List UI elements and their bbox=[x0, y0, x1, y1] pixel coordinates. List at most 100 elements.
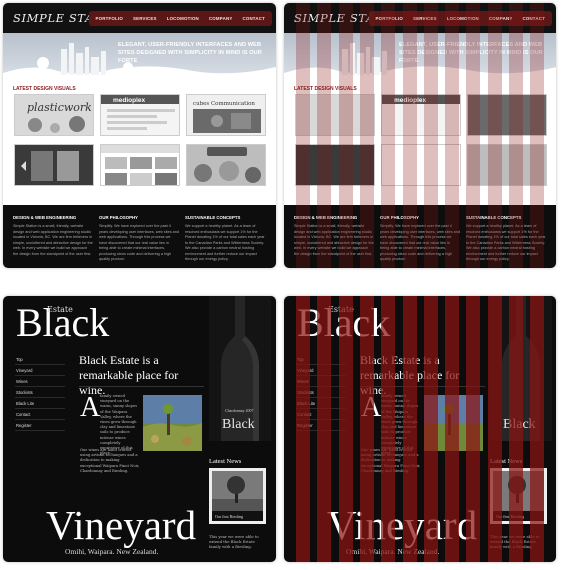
simple-station-tile: SIMPLE STATION PORTFOLIO SERVICES LOCOMO… bbox=[3, 3, 276, 268]
footer-col-title: DESIGN & WEB ENGINEERING bbox=[13, 215, 77, 220]
medioplex-preview: medioplex bbox=[101, 95, 179, 130]
nav-contact[interactable]: CONTACT bbox=[237, 11, 270, 26]
nav-register[interactable]: Register bbox=[296, 420, 346, 431]
medioplex-preview: medioplex bbox=[382, 95, 460, 104]
nav-vineyard[interactable]: Vineyard bbox=[296, 365, 346, 376]
section-title: LATEST DESIGN VISUALS bbox=[294, 86, 357, 92]
footer-col-sustainable: SUSTAINABLE CONCEPTS We support a health… bbox=[185, 215, 265, 263]
nav-wines[interactable]: Wines bbox=[296, 376, 346, 387]
drop-cap: A bbox=[361, 392, 382, 423]
portfolio-thumb-medioplex[interactable]: medioplex bbox=[381, 94, 461, 136]
footer-col-design: DESIGN & WEB ENGINEERING Simple Station … bbox=[294, 215, 374, 257]
sidebar-nav: Top Vineyard Wines Stockists Black Lite … bbox=[15, 354, 65, 431]
portfolio-thumb-medioplex[interactable]: medioplex bbox=[100, 94, 180, 136]
bottle-label-brand: Black bbox=[503, 417, 536, 432]
nav-portfolio[interactable]: PORTFOLIO bbox=[91, 11, 128, 26]
cubes-preview: cubes Communication bbox=[187, 95, 265, 135]
latest-news-heading: Latest News bbox=[490, 458, 523, 465]
bottle-label-brand: Black bbox=[222, 417, 255, 432]
footer-col-sustainable: SUSTAINABLE CONCEPTS We support a health… bbox=[466, 215, 546, 263]
nav-black-lite[interactable]: Black Lite bbox=[15, 398, 65, 409]
nav-company[interactable]: COMPANY bbox=[204, 11, 238, 26]
drop-cap: A bbox=[80, 392, 101, 423]
hero-banner: ELEGANT, USER-FRIENDLY INTERFACES AND WE… bbox=[284, 33, 556, 85]
footer-col-title: OUR PHILOSOPHY bbox=[99, 215, 138, 220]
footer-col-text: Simple Station is a small, friendly, web… bbox=[294, 224, 374, 256]
hero-banner: ELEGANT, USER-FRIENDLY INTERFACES AND WE… bbox=[3, 33, 276, 85]
footer-col-text: Simplify. We have explored over the past… bbox=[380, 224, 460, 261]
location-text: Omihi, Waipara. New Zealand. bbox=[346, 547, 440, 556]
nav-locomotion[interactable]: LOCOMOTION bbox=[162, 11, 204, 26]
portfolio-thumb-4[interactable] bbox=[295, 144, 375, 186]
nav-locomotion[interactable]: LOCOMOTION bbox=[442, 11, 484, 26]
nav-portfolio[interactable]: PORTFOLIO bbox=[371, 11, 408, 26]
footer-col-text: We support a healthy planet. As a team o… bbox=[466, 224, 546, 261]
nav-black-lite[interactable]: Black Lite bbox=[296, 398, 346, 409]
news-caption: Our first Riesling bbox=[496, 514, 524, 519]
footer-col-text: Simple Station is a small, friendly, web… bbox=[13, 224, 93, 256]
portfolio-thumb-cubes[interactable] bbox=[467, 94, 547, 136]
black-estate-overlay-tile: Black Estate Black Top Vineyard Wines St… bbox=[284, 296, 556, 562]
site-footer: DESIGN & WEB ENGINEERING Simple Station … bbox=[3, 205, 276, 268]
grid-site-preview bbox=[101, 145, 179, 185]
body-paragraph: Our wines are hand crafted using artisan… bbox=[361, 448, 421, 473]
simple-station-overlay-tile: SIMPLE STATION PORTFOLIO SERVICES LOCOMO… bbox=[284, 3, 556, 268]
black-estate-page: Black Estate Black Top Vineyard Wines St… bbox=[284, 296, 556, 562]
simple-station-page: SIMPLE STATION PORTFOLIO SERVICES LOCOMO… bbox=[284, 3, 556, 268]
footer-col-design: DESIGN & WEB ENGINEERING Simple Station … bbox=[13, 215, 93, 257]
hero-tagline: ELEGANT, USER-FRIENDLY INTERFACES AND WE… bbox=[118, 42, 262, 64]
news-thumbnail[interactable]: Our first Riesling bbox=[490, 468, 547, 524]
portfolio-thumb-5[interactable] bbox=[381, 144, 461, 186]
portfolio-thumb-cubes[interactable]: cubes Communication bbox=[186, 94, 266, 136]
main-nav: PORTFOLIO SERVICES LOCOMOTION COMPANY CO… bbox=[88, 11, 272, 26]
simple-station-page: SIMPLE STATION PORTFOLIO SERVICES LOCOMO… bbox=[3, 3, 276, 268]
vineyard-photo bbox=[143, 395, 202, 451]
nav-contact[interactable]: CONTACT bbox=[517, 11, 550, 26]
tree-photo: Our first Riesling bbox=[212, 471, 263, 521]
nav-top[interactable]: Top bbox=[296, 354, 346, 365]
divider bbox=[79, 386, 204, 387]
nav-services[interactable]: SERVICES bbox=[128, 11, 162, 26]
wine-bottle-image: Black bbox=[490, 296, 552, 441]
screenshot-grid: SIMPLE STATION PORTFOLIO SERVICES LOCOMO… bbox=[0, 0, 562, 570]
nav-services[interactable]: SERVICES bbox=[408, 11, 442, 26]
vineyard-photo bbox=[424, 395, 483, 451]
bottle-label-small: Chardonnay 2007 bbox=[225, 408, 254, 413]
nav-top[interactable]: Top bbox=[15, 354, 65, 365]
black-estate-page: Black Estate Chardonnay 2007 Black Top V… bbox=[3, 296, 276, 562]
thumb-label-plasticwork: plasticwork bbox=[27, 101, 92, 114]
footer-col-text: We support a healthy planet. As a team o… bbox=[185, 224, 265, 261]
portfolio-thumb-plasticwork[interactable] bbox=[295, 94, 375, 136]
nav-stockists[interactable]: Stockists bbox=[296, 387, 346, 398]
nav-wines[interactable]: Wines bbox=[15, 376, 65, 387]
news-thumbnail[interactable]: Our first Riesling bbox=[209, 468, 266, 524]
portfolio-thumb-5[interactable] bbox=[100, 144, 180, 186]
footer-col-title: OUR PHILOSOPHY bbox=[380, 215, 419, 220]
news-text: This year we were able to extend the Bla… bbox=[209, 534, 259, 550]
main-nav: PORTFOLIO SERVICES LOCOMOTION COMPANY CO… bbox=[368, 11, 552, 26]
thumb-label-medioplex: medioplex bbox=[113, 97, 146, 104]
hero-tagline: ELEGANT, USER-FRIENDLY INTERFACES AND WE… bbox=[399, 42, 543, 64]
news-text: This year we were able to extend the Bla… bbox=[490, 534, 540, 550]
dark-site-preview bbox=[15, 145, 93, 185]
portfolio-thumb-6[interactable] bbox=[186, 144, 266, 186]
site-header: SIMPLE STATION PORTFOLIO SERVICES LOCOMO… bbox=[3, 3, 276, 33]
portfolio-thumb-plasticwork[interactable]: plasticwork bbox=[14, 94, 94, 136]
nav-contact[interactable]: Contact bbox=[296, 409, 346, 420]
footer-col-philosophy: OUR PHILOSOPHY Simplify. We have explore… bbox=[99, 215, 179, 263]
portfolio-thumb-4[interactable] bbox=[14, 144, 94, 186]
nav-contact[interactable]: Contact bbox=[15, 409, 65, 420]
nav-vineyard[interactable]: Vineyard bbox=[15, 365, 65, 376]
wine-bottle-image: Chardonnay 2007 Black bbox=[209, 296, 271, 441]
tree-photo: Our first Riesling bbox=[493, 471, 544, 521]
brand-estate-label: Estate bbox=[47, 305, 73, 314]
nav-register[interactable]: Register bbox=[15, 420, 65, 431]
footer-col-title: SUSTAINABLE CONCEPTS bbox=[466, 215, 522, 220]
portfolio-thumb-6[interactable] bbox=[467, 144, 547, 186]
nav-stockists[interactable]: Stockists bbox=[15, 387, 65, 398]
site-footer: DESIGN & WEB ENGINEERING Simple Station … bbox=[284, 205, 556, 268]
news-caption: Our first Riesling bbox=[215, 514, 243, 519]
thumb-label-cubes: cubes Communication bbox=[193, 101, 255, 107]
nav-company[interactable]: COMPANY bbox=[484, 11, 518, 26]
thumb-label-medioplex: medioplex bbox=[394, 97, 427, 104]
